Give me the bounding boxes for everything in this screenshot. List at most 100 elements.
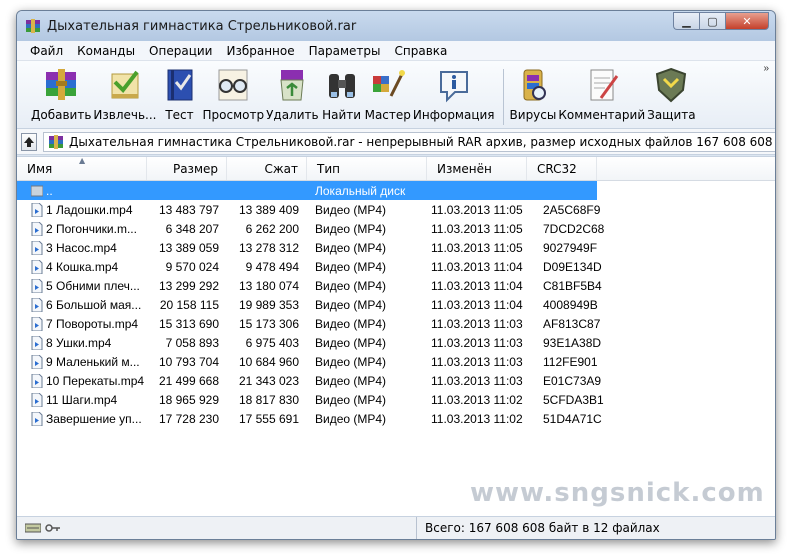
menu-file[interactable]: Файл	[23, 44, 70, 58]
view-button[interactable]: Просмотр	[202, 65, 265, 122]
column-modified[interactable]: Изменён	[427, 157, 527, 180]
file-modified: 11.03.2013 11:05	[431, 240, 523, 255]
minimize-button[interactable]: ▁	[673, 12, 699, 30]
column-name[interactable]: ▲ Имя	[17, 156, 147, 180]
toolbar-overflow-chevron-icon[interactable]: »	[763, 63, 769, 74]
file-row[interactable]: 1 Ладошки.mp4 13 483 797 13 389 409 Видео (…	[17, 200, 775, 219]
rar-archive-icon	[26, 19, 40, 33]
file-type: Видео (MP4)	[315, 316, 387, 331]
file-size: 13 483 797	[158, 202, 219, 217]
file-row[interactable]: 6 Большой мая... 20 158 115 19 989 353 Виде…	[17, 295, 775, 314]
key-icon[interactable]	[45, 522, 61, 534]
maximize-button[interactable]: ▢	[699, 12, 725, 30]
file-type: Видео (MP4)	[315, 392, 387, 407]
menu-favorites[interactable]: Избранное	[219, 44, 301, 58]
find-label: Найти	[322, 108, 362, 122]
path-field[interactable]: Дыхательная гимнастика Стрельниковой.rar…	[43, 131, 775, 152]
file-size: 13 389 059	[158, 240, 219, 255]
menu-commands[interactable]: Команды	[70, 44, 142, 58]
video-file-icon	[31, 221, 43, 236]
file-row[interactable]: 2 Погончики.m... 6 348 207 6 262 200 Видео …	[17, 219, 775, 238]
file-name: 6 Большой мая...	[46, 297, 142, 312]
menu-options[interactable]: Параметры	[302, 44, 388, 58]
menu-operations[interactable]: Операции	[142, 44, 219, 58]
extract-icon	[104, 65, 146, 105]
file-type: Видео (MP4)	[315, 221, 387, 236]
protect-button[interactable]: Защита	[647, 65, 696, 122]
file-packed: 10 684 960	[238, 354, 299, 369]
add-button[interactable]: Добавить	[31, 65, 91, 122]
virus-scan-icon	[512, 65, 554, 105]
file-name: 10 Перекаты.mp4	[46, 373, 145, 388]
file-type: Видео (MP4)	[315, 240, 387, 255]
file-size: 6 348 207	[165, 221, 219, 236]
minimize-icon: ▁	[682, 15, 691, 28]
file-row[interactable]: 9 Маленький м... 10 793 704 10 684 960 Виде…	[17, 352, 775, 371]
close-icon: ✕	[742, 15, 752, 28]
test-button[interactable]: Тест	[159, 65, 201, 122]
file-modified: 11.03.2013 11:04	[431, 278, 523, 293]
file-modified: 11.03.2013 11:03	[431, 373, 523, 388]
comment-button[interactable]: Комментарий	[558, 65, 645, 122]
file-row[interactable]: 10 Перекаты.mp4 21 499 668 21 343 023 Видео…	[17, 371, 775, 390]
title-bar[interactable]: Дыхательная гимнастика Стрельниковой.rar…	[17, 11, 775, 41]
column-packed[interactable]: Сжат	[227, 157, 307, 180]
find-button[interactable]: Найти	[321, 65, 363, 122]
file-name: 11 Шаги.mp4	[46, 392, 118, 407]
delete-button[interactable]: Удалить	[266, 65, 319, 122]
column-type-label: Тип	[317, 161, 340, 176]
delete-label: Удалить	[266, 108, 319, 122]
menu-help[interactable]: Справка	[388, 44, 455, 58]
file-row[interactable]: 3 Насос.mp4 13 389 059 13 278 312 Видео (MP…	[17, 238, 775, 257]
extract-button[interactable]: Извлечь...	[93, 65, 157, 122]
file-name: 3 Насос.mp4	[46, 240, 117, 255]
column-size-label: Размер	[172, 161, 218, 176]
video-file-icon	[31, 354, 43, 369]
wizard-label: Мастер	[364, 108, 411, 122]
file-packed: 9 478 494	[245, 259, 299, 274]
file-crc: E01C73A9	[543, 373, 602, 388]
view-label: Просмотр	[202, 108, 265, 122]
file-type: Видео (MP4)	[315, 297, 387, 312]
file-row[interactable]: Завершение уп... 17 728 230 17 555 691 Виде…	[17, 409, 775, 428]
file-row[interactable]: 11 Шаги.mp4 18 965 929 18 817 830 Видео (MP…	[17, 390, 775, 409]
file-modified: 11.03.2013 11:04	[431, 297, 523, 312]
file-row[interactable]: 7 Повороты.mp4 15 313 690 15 173 306 Видео …	[17, 314, 775, 333]
status-bar: Всего: 167 608 608 байт в 12 файлах	[17, 516, 775, 539]
column-type[interactable]: Тип	[307, 157, 427, 180]
column-size[interactable]: Размер	[147, 157, 227, 180]
file-packed: 13 180 074	[238, 278, 299, 293]
parent-folder-name: ..	[46, 183, 53, 198]
menu-bar: Файл Команды Операции Избранное Параметр…	[17, 41, 775, 61]
video-file-icon	[31, 373, 43, 388]
virus-label: Вирусы	[509, 108, 557, 122]
window-title: Дыхательная гимнастика Стрельниковой.rar	[47, 18, 357, 34]
file-crc: D09E134D	[543, 259, 602, 274]
file-list: ▲ Имя Размер Сжат Тип Изменён CRC32 .. Л…	[17, 156, 775, 518]
wizard-button[interactable]: Мастер	[365, 65, 411, 122]
virus-scan-button[interactable]: Вирусы	[509, 65, 557, 122]
file-type: Видео (MP4)	[315, 278, 387, 293]
file-modified: 11.03.2013 11:02	[431, 411, 523, 426]
drive-status-icon[interactable]	[25, 522, 41, 534]
file-row[interactable]: 8 Ушки.mp4 7 058 893 6 975 403 Видео (MP4) 1…	[17, 333, 775, 352]
video-file-icon	[31, 392, 43, 407]
column-packed-label: Сжат	[264, 161, 298, 176]
comment-icon	[581, 65, 623, 105]
file-size: 15 313 690	[158, 316, 219, 331]
video-file-icon	[31, 297, 43, 312]
file-packed: 6 262 200	[245, 221, 299, 236]
file-row[interactable]: 5 Обними плеч... 13 299 292 13 180 074 Виде…	[17, 276, 775, 295]
maximize-icon: ▢	[707, 15, 718, 28]
file-row[interactable]: 4 Кошка.mp4 9 570 024 9 478 494 Видео (MP4)…	[17, 257, 775, 276]
toolbar-separator	[502, 69, 504, 125]
file-size: 20 158 115	[159, 297, 219, 312]
wizard-icon	[367, 65, 409, 105]
parent-folder-row[interactable]: .. Локальный диск	[17, 181, 597, 200]
column-crc[interactable]: CRC32	[527, 157, 597, 180]
watermark: www.sngsnick.com	[470, 478, 765, 508]
up-folder-button[interactable]	[21, 132, 37, 151]
info-button[interactable]: Информация	[413, 65, 495, 122]
close-button[interactable]: ✕	[725, 12, 769, 30]
file-packed: 18 817 830	[238, 392, 299, 407]
